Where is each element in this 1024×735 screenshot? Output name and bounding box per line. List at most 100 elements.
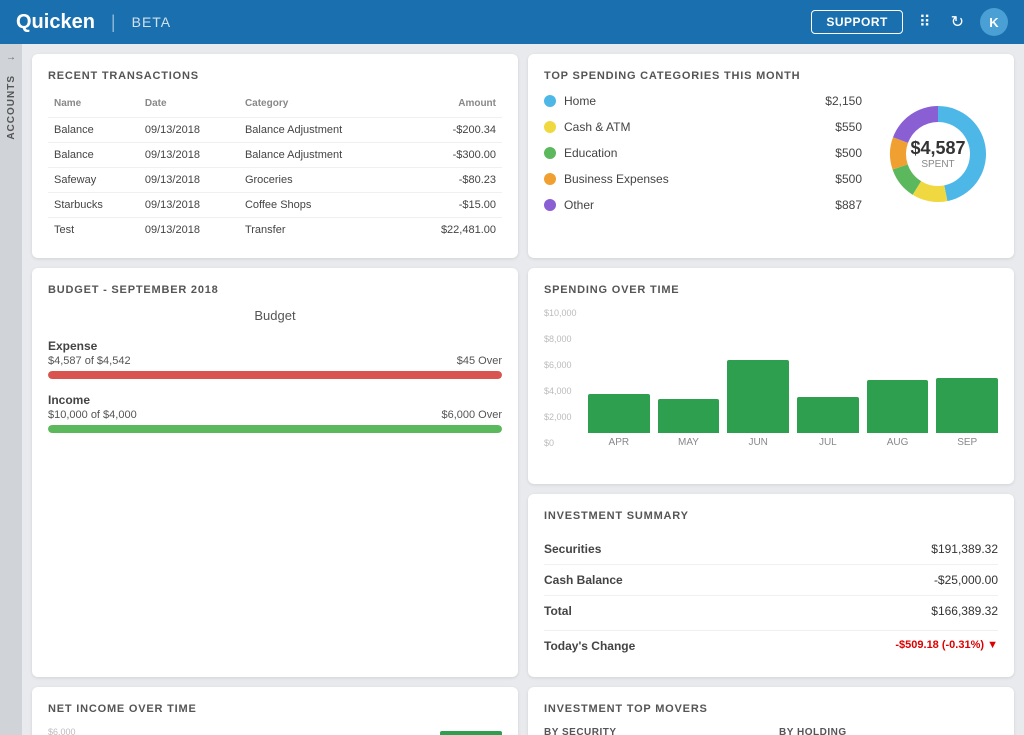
spending-dot-icon xyxy=(544,95,556,107)
net-bar-col: JUN xyxy=(229,727,291,735)
by-holding-title: BY HOLDING xyxy=(779,727,998,735)
table-row[interactable]: Safeway 09/13/2018 Groceries -$80.23 xyxy=(48,168,502,193)
budget-item-sub: $4,587 of $4,542 $45 Over xyxy=(48,355,502,367)
spending-dot-icon xyxy=(544,199,556,211)
spending-list: Home $2,150 Cash & ATM $550 Education $5… xyxy=(544,94,862,224)
spending-dot-icon xyxy=(544,121,556,133)
budget-bar-bg xyxy=(48,425,502,433)
net-y-axis: $6,000 $4,000 $2,000 $0 xyxy=(48,727,76,735)
sidebar-accounts-label[interactable]: ACCOUNTS xyxy=(6,75,17,140)
net-income-chart-wrapper: $6,000 $4,000 $2,000 $0 APR MAY JUN JUL … xyxy=(48,727,502,735)
net-bar-fill xyxy=(440,731,502,735)
tx-amount: -$80.23 xyxy=(402,168,502,193)
tx-amount: -$200.34 xyxy=(402,118,502,143)
net-bar-col: SEP xyxy=(440,727,502,735)
bar-col: AUG xyxy=(867,308,929,448)
main-content: RECENT TRANSACTIONS Name Date Category A… xyxy=(22,44,1024,735)
budget-item-over: $45 Over xyxy=(457,355,502,367)
bar-col: JUL xyxy=(797,308,859,448)
tx-date: 09/13/2018 xyxy=(139,118,239,143)
tx-name: Starbucks xyxy=(48,193,139,218)
apps-icon[interactable]: ⠿ xyxy=(915,8,935,36)
tx-category: Balance Adjustment xyxy=(239,118,402,143)
tx-date: 09/13/2018 xyxy=(139,168,239,193)
logo: Quicken xyxy=(16,11,95,34)
spending-inner: Home $2,150 Cash & ATM $550 Education $5… xyxy=(544,94,998,224)
recent-transactions-title: RECENT TRANSACTIONS xyxy=(48,70,502,82)
donut-total: $4,587 xyxy=(910,138,965,159)
tx-date: 09/13/2018 xyxy=(139,193,239,218)
donut-chart: $4,587 SPENT xyxy=(878,94,998,214)
inv-row-value: $166,389.32 xyxy=(931,604,998,618)
bar-fill xyxy=(658,399,720,433)
table-row[interactable]: Starbucks 09/13/2018 Coffee Shops -$15.0… xyxy=(48,193,502,218)
net-income-title: NET INCOME OVER TIME xyxy=(48,703,502,715)
support-button[interactable]: SUPPORT xyxy=(811,10,903,34)
bar-label: JUN xyxy=(748,437,767,448)
budget-item-actual: $4,587 of $4,542 xyxy=(48,355,131,367)
spending-bars: APR MAY JUN JUL AUG SEP xyxy=(588,308,998,468)
spending-dot-icon xyxy=(544,173,556,185)
avatar[interactable]: K xyxy=(980,8,1008,36)
investment-summary-title: INVESTMENT SUMMARY xyxy=(544,510,998,522)
net-bar-col: JUL xyxy=(299,727,361,735)
net-y-label-0: $6,000 xyxy=(48,727,76,735)
by-holding-col: BY HOLDING Apple Inc $55,950.00 AAPL -$6… xyxy=(779,727,998,735)
spending-category-label: Business Expenses xyxy=(564,172,827,186)
tx-name: Test xyxy=(48,218,139,243)
investment-summary-card: INVESTMENT SUMMARY Securities $191,389.3… xyxy=(528,494,1014,677)
beta-label: BETA xyxy=(132,14,172,30)
table-row[interactable]: Test 09/13/2018 Transfer $22,481.00 xyxy=(48,218,502,243)
tx-amount: -$300.00 xyxy=(402,143,502,168)
inv-row-value: -$25,000.00 xyxy=(934,573,998,587)
transactions-table: Name Date Category Amount Balance 09/13/… xyxy=(48,94,502,242)
y-axis: $10,000 $8,000 $6,000 $4,000 $2,000 $0 xyxy=(544,308,577,448)
spending-category-row: Cash & ATM $550 xyxy=(544,120,862,134)
bar-fill xyxy=(727,360,789,433)
y-label-2: $6,000 xyxy=(544,360,577,370)
header-separator: | xyxy=(111,12,116,33)
budget-item-over: $6,000 Over xyxy=(441,409,502,421)
donut-label: SPENT xyxy=(910,159,965,170)
budget-bar-fill xyxy=(48,371,502,379)
net-income-card: NET INCOME OVER TIME $6,000 $4,000 $2,00… xyxy=(32,687,518,735)
change-arrow-icon: ▼ xyxy=(987,639,998,651)
bar-label: MAY xyxy=(678,437,699,448)
tx-name: Safeway xyxy=(48,168,139,193)
inv-row-value: $191,389.32 xyxy=(931,542,998,556)
table-row[interactable]: Balance 09/13/2018 Balance Adjustment -$… xyxy=(48,118,502,143)
col-amount: Amount xyxy=(402,94,502,118)
tx-amount: $22,481.00 xyxy=(402,218,502,243)
top-spending-card: TOP SPENDING CATEGORIES THIS MONTH Home … xyxy=(528,54,1014,258)
spending-chart-wrapper: $10,000 $8,000 $6,000 $4,000 $2,000 $0 A… xyxy=(544,308,998,468)
spending-category-row: Education $500 xyxy=(544,146,862,160)
tx-category: Coffee Shops xyxy=(239,193,402,218)
investment-row: Cash Balance -$25,000.00 xyxy=(544,565,998,596)
net-bar-col: MAY xyxy=(158,727,220,735)
tx-category: Balance Adjustment xyxy=(239,143,402,168)
spending-time-card: SPENDING OVER TIME $10,000 $8,000 $6,000… xyxy=(528,268,1014,484)
bar-label: JUL xyxy=(819,437,837,448)
bar-col: MAY xyxy=(658,308,720,448)
budget-item-label: Income xyxy=(48,393,502,407)
col-name: Name xyxy=(48,94,139,118)
top-movers-card: INVESTMENT TOP MOVERS BY SECURITY Apple … xyxy=(528,687,1014,735)
change-value: -$509.18 (-0.31%) ▼ xyxy=(895,639,998,653)
budget-card: BUDGET - SEPTEMBER 2018 Budget Expense $… xyxy=(32,268,518,677)
table-row[interactable]: Balance 09/13/2018 Balance Adjustment -$… xyxy=(48,143,502,168)
bar-fill xyxy=(867,380,929,433)
spending-category-amount: $887 xyxy=(835,198,862,212)
tx-amount: -$15.00 xyxy=(402,193,502,218)
sidebar-arrow-icon[interactable]: → xyxy=(6,52,16,63)
movers-inner: BY SECURITY Apple Inc $223.80 AAPL -$2.6… xyxy=(544,727,998,735)
budget-bar-bg xyxy=(48,371,502,379)
donut-center: $4,587 SPENT xyxy=(910,138,965,170)
spending-category-label: Cash & ATM xyxy=(564,120,827,134)
spending-category-amount: $500 xyxy=(835,146,862,160)
spending-category-amount: $500 xyxy=(835,172,862,186)
y-label-1: $8,000 xyxy=(544,334,577,344)
bar-col: APR xyxy=(588,308,650,448)
budget-item: Expense $4,587 of $4,542 $45 Over xyxy=(48,339,502,379)
net-income-bars: APR MAY JUN JUL AUG SEP xyxy=(88,727,502,735)
refresh-icon[interactable]: ↻ xyxy=(947,8,968,36)
